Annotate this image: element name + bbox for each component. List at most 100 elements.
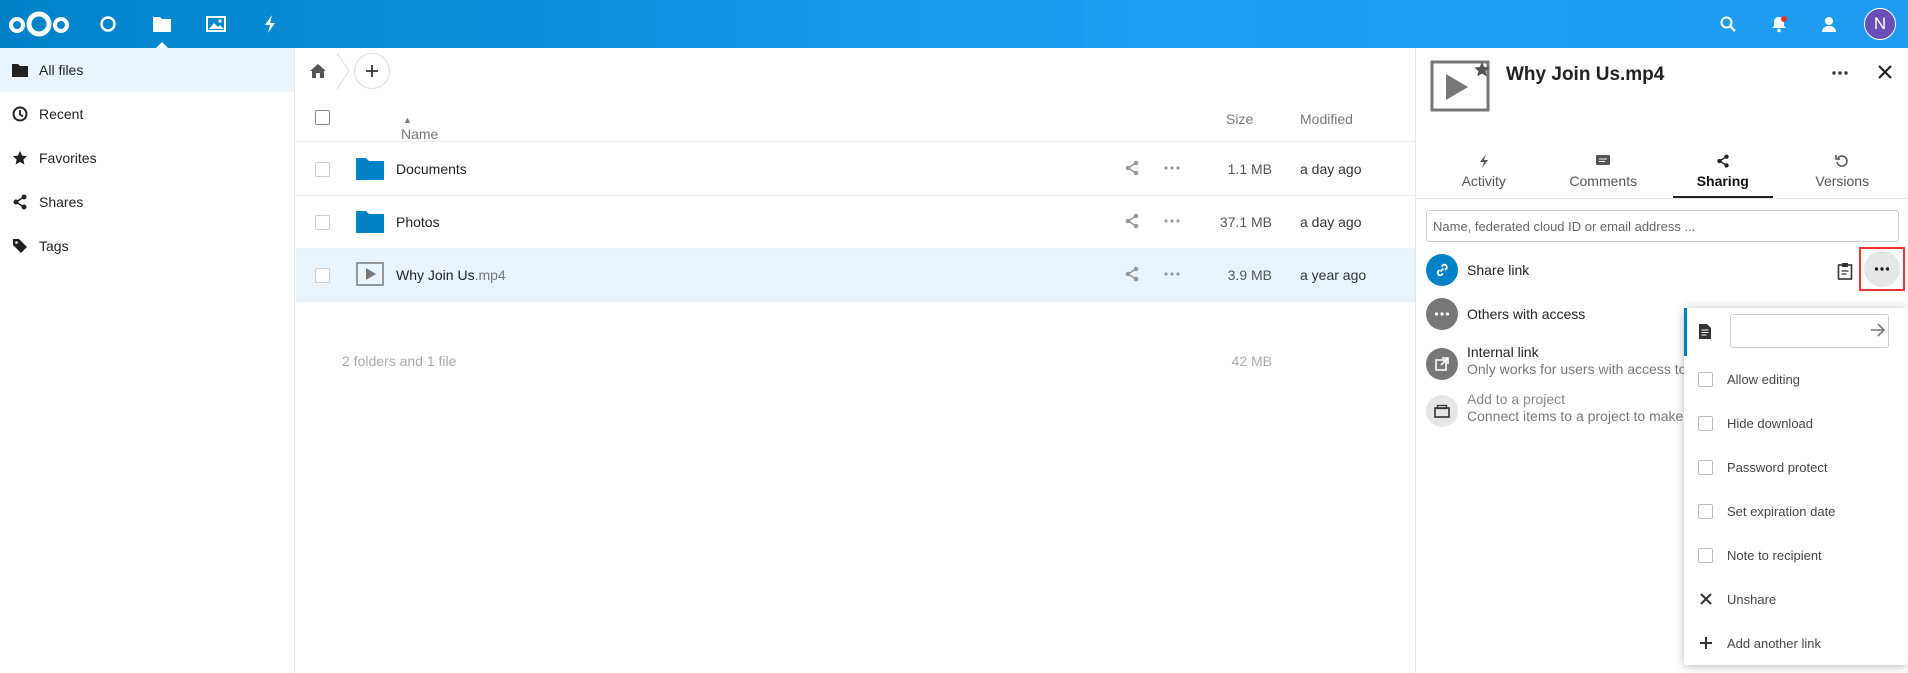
checkbox[interactable] <box>1698 415 1713 431</box>
nav-item-tags[interactable]: Tags <box>0 224 294 268</box>
more-icon[interactable] <box>1831 64 1849 82</box>
clipboard-icon[interactable] <box>1837 262 1853 280</box>
sort-asc-icon: ▲ <box>403 115 412 125</box>
menu-item-note-recipient[interactable]: Note to recipient <box>1684 533 1908 577</box>
row-checkbox[interactable] <box>315 162 330 177</box>
history-icon <box>1835 155 1848 167</box>
more-icon[interactable] <box>1163 211 1181 231</box>
close-icon[interactable] <box>1876 63 1894 81</box>
nav-item-favorites[interactable]: Favorites <box>0 136 294 180</box>
file-name[interactable]: Why Join Us.mp4 <box>396 267 506 283</box>
checkbox[interactable] <box>1698 371 1713 387</box>
menu-item-password-protect[interactable]: Password protect <box>1684 445 1908 489</box>
menu-item-add-link[interactable]: Add another link <box>1684 621 1908 665</box>
menu-item-allow-editing[interactable]: Allow editing <box>1684 357 1908 401</box>
column-name-header[interactable]: Name ▲ <box>401 111 438 142</box>
project-icon <box>1426 395 1458 427</box>
file-extension: .mp4 <box>474 267 506 283</box>
table-row[interactable]: Why Join Us.mp4 3.9 MB a year ago <box>296 249 1415 302</box>
video-file-icon <box>356 262 384 286</box>
share-icon[interactable] <box>1124 213 1140 229</box>
share-icon <box>10 192 30 212</box>
checkbox[interactable] <box>1698 547 1713 563</box>
internal-link-description: Only works for users with access to <box>1467 361 1687 377</box>
menu-item-set-expiration[interactable]: Set expiration date <box>1684 489 1908 533</box>
select-all-checkbox[interactable] <box>315 110 330 125</box>
logo-icon[interactable] <box>8 10 70 38</box>
table-row[interactable]: Photos 37.1 MB a day ago <box>296 196 1415 249</box>
row-checkbox[interactable] <box>315 215 330 230</box>
file-size: 37.1 MB <box>1219 214 1272 230</box>
sidebar-title: Why Join Us.mp4 <box>1506 64 1665 85</box>
share-search-input[interactable] <box>1426 210 1899 242</box>
file-size: 1.1 MB <box>1227 161 1272 177</box>
photos-icon[interactable] <box>189 0 243 48</box>
share-icon[interactable] <box>1124 266 1140 282</box>
menu-item-hide-download[interactable]: Hide download <box>1684 401 1908 445</box>
menu-item-label: Unshare <box>1727 591 1777 607</box>
home-icon[interactable] <box>306 59 330 83</box>
search-icon[interactable] <box>1708 0 1748 48</box>
column-modified-header[interactable]: Modified <box>1300 111 1353 127</box>
add-new-button[interactable] <box>354 53 390 89</box>
file-modified: a day ago <box>1300 214 1362 230</box>
nav-item-all-files[interactable]: All files <box>0 48 294 92</box>
menu-item-unshare[interactable]: Unshare <box>1684 577 1908 621</box>
menu-item-label: Add another link <box>1727 635 1821 651</box>
menu-item-label: Set expiration date <box>1727 503 1836 519</box>
nav-item-label: All files <box>39 62 84 78</box>
internal-link-label: Internal link <box>1467 344 1539 360</box>
video-thumbnail-icon <box>1430 60 1490 112</box>
notifications-icon[interactable] <box>1759 0 1799 48</box>
file-name-text: Why Join Us <box>396 267 475 283</box>
tab-versions[interactable]: Versions <box>1783 152 1903 198</box>
tab-comments[interactable]: Comments <box>1544 152 1664 198</box>
breadcrumb-separator <box>336 53 350 89</box>
avatar[interactable]: N <box>1864 8 1896 40</box>
activity-icon[interactable] <box>243 0 297 48</box>
arrow-right-icon[interactable] <box>1870 323 1886 337</box>
nav-item-label: Recent <box>39 106 84 122</box>
more-icon <box>1426 298 1458 330</box>
share-icon <box>1717 154 1729 168</box>
menu-item-label: Hide download <box>1727 415 1814 431</box>
folder-icon <box>356 158 384 180</box>
tab-label: Versions <box>1815 173 1870 189</box>
nav-item-recent[interactable]: Recent <box>0 92 294 136</box>
clock-icon <box>10 104 30 124</box>
more-icon[interactable] <box>1163 158 1181 178</box>
summary-size: 42 MB <box>1231 353 1272 369</box>
star-icon <box>10 148 30 168</box>
share-label-input[interactable] <box>1730 314 1889 348</box>
checkbox[interactable] <box>1698 459 1713 475</box>
table-row[interactable]: Documents 1.1 MB a day ago <box>296 143 1415 196</box>
dashboard-icon[interactable] <box>81 0 135 48</box>
file-size: 3.9 MB <box>1227 267 1272 283</box>
more-icon <box>1874 267 1890 271</box>
contacts-icon[interactable] <box>1809 0 1849 48</box>
file-name[interactable]: Photos <box>396 214 440 230</box>
share-link-label: Share link <box>1467 262 1530 278</box>
external-link-icon <box>1426 348 1458 380</box>
file-name-text: Photos <box>396 214 440 230</box>
add-project-description: Connect items to a project to make <box>1467 408 1684 424</box>
tab-sharing[interactable]: Sharing <box>1663 152 1783 198</box>
checkbox[interactable] <box>1698 503 1713 519</box>
menu-item-label: Password protect <box>1727 459 1828 475</box>
comment-icon <box>1596 155 1611 165</box>
column-size-header[interactable]: Size <box>1226 111 1253 127</box>
more-icon[interactable] <box>1163 264 1181 284</box>
tag-icon <box>10 236 30 256</box>
tab-activity[interactable]: Activity <box>1424 152 1544 198</box>
row-checkbox[interactable] <box>315 268 330 283</box>
others-access-label: Others with access <box>1467 306 1586 322</box>
plus-icon <box>1699 637 1712 649</box>
summary-label: 2 folders and 1 file <box>342 353 457 369</box>
file-name[interactable]: Documents <box>396 161 467 177</box>
tab-label: Comments <box>1569 173 1638 189</box>
share-link-menu-button[interactable] <box>1859 247 1905 291</box>
files-icon[interactable] <box>135 0 189 48</box>
breadcrumb <box>296 48 1415 94</box>
nav-item-shares[interactable]: Shares <box>0 180 294 224</box>
share-icon[interactable] <box>1124 160 1140 176</box>
